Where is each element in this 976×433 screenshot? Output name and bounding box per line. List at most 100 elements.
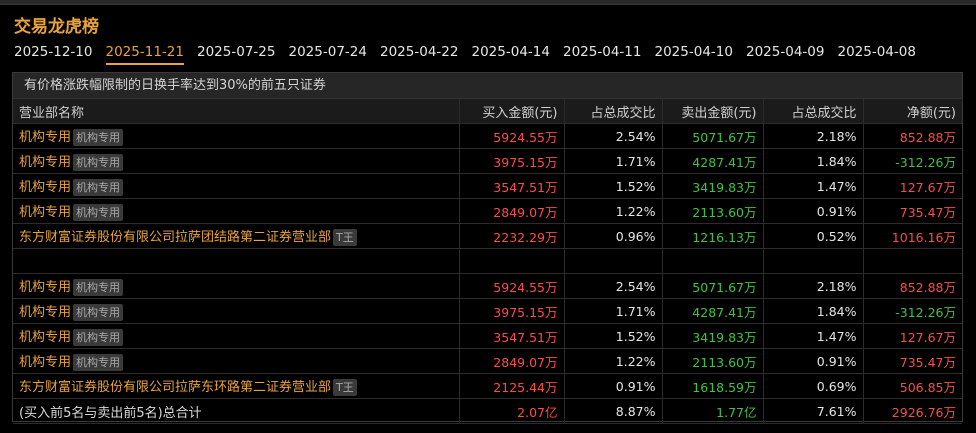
net-amount: 506.85万: [863, 373, 962, 399]
tab-date[interactable]: 2025-04-10: [655, 44, 747, 64]
branch-cell[interactable]: 机构专用 机构专用: [13, 198, 460, 224]
total-row: (买入前5名与卖出前5名)总合计 2.07亿 8.87% 1.77亿 7.61%…: [13, 398, 962, 424]
table-row: 机构专用 机构专用 3975.15万 1.71% 4287.41万 1.84% -…: [13, 148, 962, 174]
date-tabs: 2025-12-10 2025-11-21 2025-07-25 2025-07…: [14, 44, 930, 65]
tab-date[interactable]: 2025-04-14: [472, 44, 564, 64]
page-title: 交易龙虎榜: [14, 17, 99, 37]
table-row: 机构专用 机构专用 5924.55万 2.54% 5071.67万 2.18% 8…: [13, 123, 962, 149]
buy-amount: 2849.07万: [459, 198, 565, 224]
buy-ratio: 1.71%: [564, 298, 663, 324]
buy-ratio: 0.96%: [564, 223, 663, 249]
net-amount: 852.88万: [863, 273, 962, 299]
sell-amount: 5071.67万: [662, 273, 764, 299]
buy-ratio: 0.91%: [564, 373, 663, 399]
net-amount: 735.47万: [863, 198, 962, 224]
tab-date[interactable]: 2025-04-22: [380, 44, 472, 64]
branch-name[interactable]: 东方财富证券股份有限公司拉萨东环路第二证券营业部: [19, 380, 331, 395]
branch-name[interactable]: 机构专用: [19, 330, 71, 345]
branch-tag: T王: [333, 379, 357, 396]
buy-amount: 2232.29万: [459, 223, 565, 249]
table-header-row: 营业部名称 买入金额(元) 占总成交比 卖出金额(元) 占总成交比 净额(元): [13, 99, 962, 124]
sell-amount: 3419.83万: [662, 323, 764, 349]
buy-amount: 2125.44万: [459, 373, 565, 399]
branch-name[interactable]: 东方财富证券股份有限公司拉萨团结路第二证券营业部: [19, 230, 331, 245]
buy-ratio: 1.22%: [564, 198, 663, 224]
net-amount: 852.88万: [863, 123, 962, 149]
branch-cell[interactable]: 东方财富证券股份有限公司拉萨东环路第二证券营业部 T王: [13, 373, 460, 399]
buy-amount: 5924.55万: [459, 123, 565, 149]
total-buy-ratio: 8.87%: [564, 398, 663, 424]
branch-name[interactable]: 机构专用: [19, 180, 71, 195]
column-header-branch: 营业部名称: [13, 99, 460, 124]
net-amount: 1016.16万: [863, 223, 962, 249]
branch-tag: 机构专用: [73, 179, 124, 196]
net-amount: 127.67万: [863, 323, 962, 349]
table-row: 机构专用 机构专用 2849.07万 1.22% 2113.60万 0.91% 7…: [13, 198, 962, 224]
column-header-sell-amount: 卖出金额(元): [662, 99, 764, 124]
sell-ratio: 2.18%: [763, 123, 864, 149]
total-sell-ratio: 7.61%: [763, 398, 864, 424]
total-sell-amount: 1.77亿: [662, 398, 764, 424]
window-top-bar: [0, 0, 976, 5]
sell-amount: 1618.59万: [662, 373, 764, 399]
table-row: 机构专用 机构专用 2849.07万 1.22% 2113.60万 0.91% 7…: [13, 348, 962, 374]
net-amount: 735.47万: [863, 348, 962, 374]
branch-tag: 机构专用: [73, 304, 124, 321]
tab-date[interactable]: 2025-07-25: [197, 44, 289, 64]
tab-date[interactable]: 2025-04-09: [746, 44, 838, 64]
buy-amount: 3547.51万: [459, 173, 565, 199]
buy-amount: 2849.07万: [459, 348, 565, 374]
branch-cell[interactable]: 东方财富证券股份有限公司拉萨团结路第二证券营业部 T王: [13, 223, 460, 249]
sell-amount: 5071.67万: [662, 123, 764, 149]
buy-ratio: 2.54%: [564, 123, 663, 149]
buy-amount: 3975.15万: [459, 298, 565, 324]
total-buy-amount: 2.07亿: [459, 398, 565, 424]
table-caption: 有价格涨跌幅限制的日换手率达到30%的前五只证券: [13, 73, 962, 99]
total-label: (买入前5名与卖出前5名)总合计: [13, 398, 460, 424]
buy-amount: 3975.15万: [459, 148, 565, 174]
net-amount: -312.26万: [863, 148, 962, 174]
table-row: 机构专用 机构专用 5924.55万 2.54% 5071.67万 2.18% 8…: [13, 273, 962, 299]
tab-date[interactable]: 2025-04-11: [563, 44, 655, 64]
sell-ratio: 0.69%: [763, 373, 864, 399]
buy-ratio: 1.52%: [564, 173, 663, 199]
tab-date[interactable]: 2025-04-08: [838, 44, 930, 64]
sell-ratio: 1.47%: [763, 173, 864, 199]
branch-cell[interactable]: 机构专用 机构专用: [13, 273, 460, 299]
branch-cell[interactable]: 机构专用 机构专用: [13, 173, 460, 199]
buy-ratio: 1.52%: [564, 323, 663, 349]
tab-date[interactable]: 2025-12-10: [14, 44, 106, 64]
tab-date[interactable]: 2025-07-24: [289, 44, 381, 64]
branch-cell[interactable]: 机构专用 机构专用: [13, 148, 460, 174]
total-net-amount: 2926.76万: [863, 398, 962, 424]
branch-cell[interactable]: 机构专用 机构专用: [13, 123, 460, 149]
branch-name[interactable]: 机构专用: [19, 280, 71, 295]
buy-amount: 5924.55万: [459, 273, 565, 299]
sell-amount: 1216.13万: [662, 223, 764, 249]
branch-name[interactable]: 机构专用: [19, 305, 71, 320]
section-divider-row: [13, 248, 962, 274]
tab-date-active[interactable]: 2025-11-21: [105, 44, 198, 65]
table-row: 机构专用 机构专用 3547.51万 1.52% 3419.83万 1.47% 1…: [13, 173, 962, 199]
column-header-buy-amount: 买入金额(元): [459, 99, 565, 124]
branch-name[interactable]: 机构专用: [19, 155, 71, 170]
branch-name[interactable]: 机构专用: [19, 130, 71, 145]
dragon-tiger-panel: 有价格涨跌幅限制的日换手率达到30%的前五只证券 营业部名称 买入金额(元) 占…: [12, 72, 963, 424]
sell-amount: 4287.41万: [662, 298, 764, 324]
branch-name[interactable]: 机构专用: [19, 355, 71, 370]
branch-tag: 机构专用: [73, 129, 124, 146]
sell-ratio: 0.91%: [763, 198, 864, 224]
branch-cell[interactable]: 机构专用 机构专用: [13, 323, 460, 349]
branch-tag: 机构专用: [73, 204, 124, 221]
branch-cell[interactable]: 机构专用 机构专用: [13, 298, 460, 324]
net-amount: -312.26万: [863, 298, 962, 324]
branch-cell[interactable]: 机构专用 机构专用: [13, 348, 460, 374]
sell-amount: 2113.60万: [662, 348, 764, 374]
branch-name[interactable]: 机构专用: [19, 205, 71, 220]
table-row: 机构专用 机构专用 3975.15万 1.71% 4287.41万 1.84% -…: [13, 298, 962, 324]
sell-amount: 3419.83万: [662, 173, 764, 199]
branch-tag: 机构专用: [73, 154, 124, 171]
buy-amount: 3547.51万: [459, 323, 565, 349]
branch-tag: 机构专用: [73, 354, 124, 371]
branch-tag: 机构专用: [73, 329, 124, 346]
